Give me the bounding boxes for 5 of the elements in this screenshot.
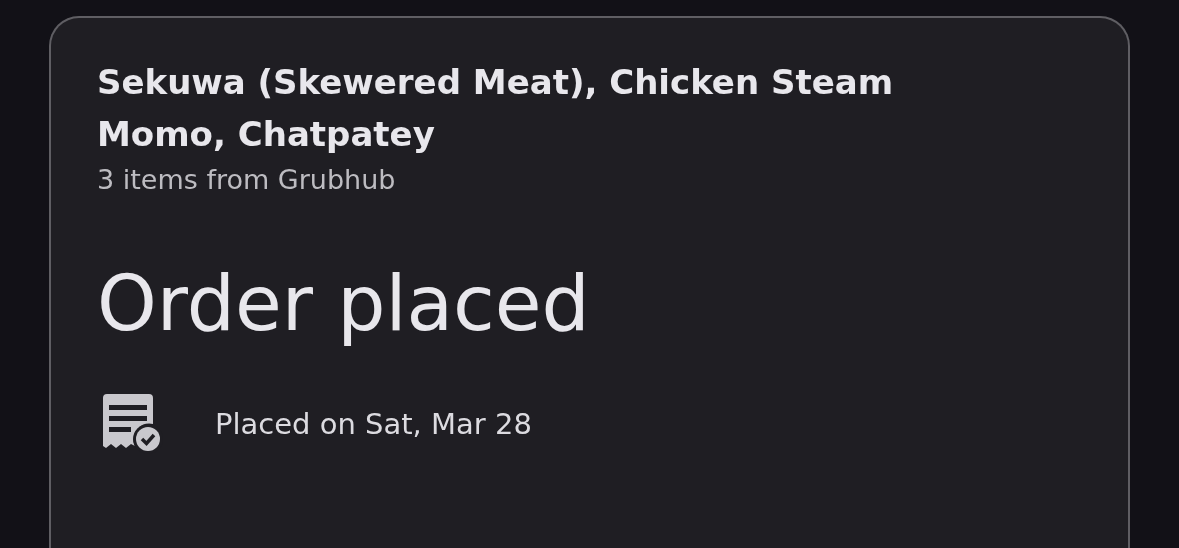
placed-date: Placed on Sat, Mar 28 <box>215 407 532 441</box>
order-title: Sekuwa (Skewered Meat), Chicken Steam Momo, Chatpatey <box>97 61 895 156</box>
order-source: 3 items from Grubhub <box>97 163 397 197</box>
order-status: Order placed <box>97 258 591 350</box>
receipt-check-icon <box>101 394 163 454</box>
